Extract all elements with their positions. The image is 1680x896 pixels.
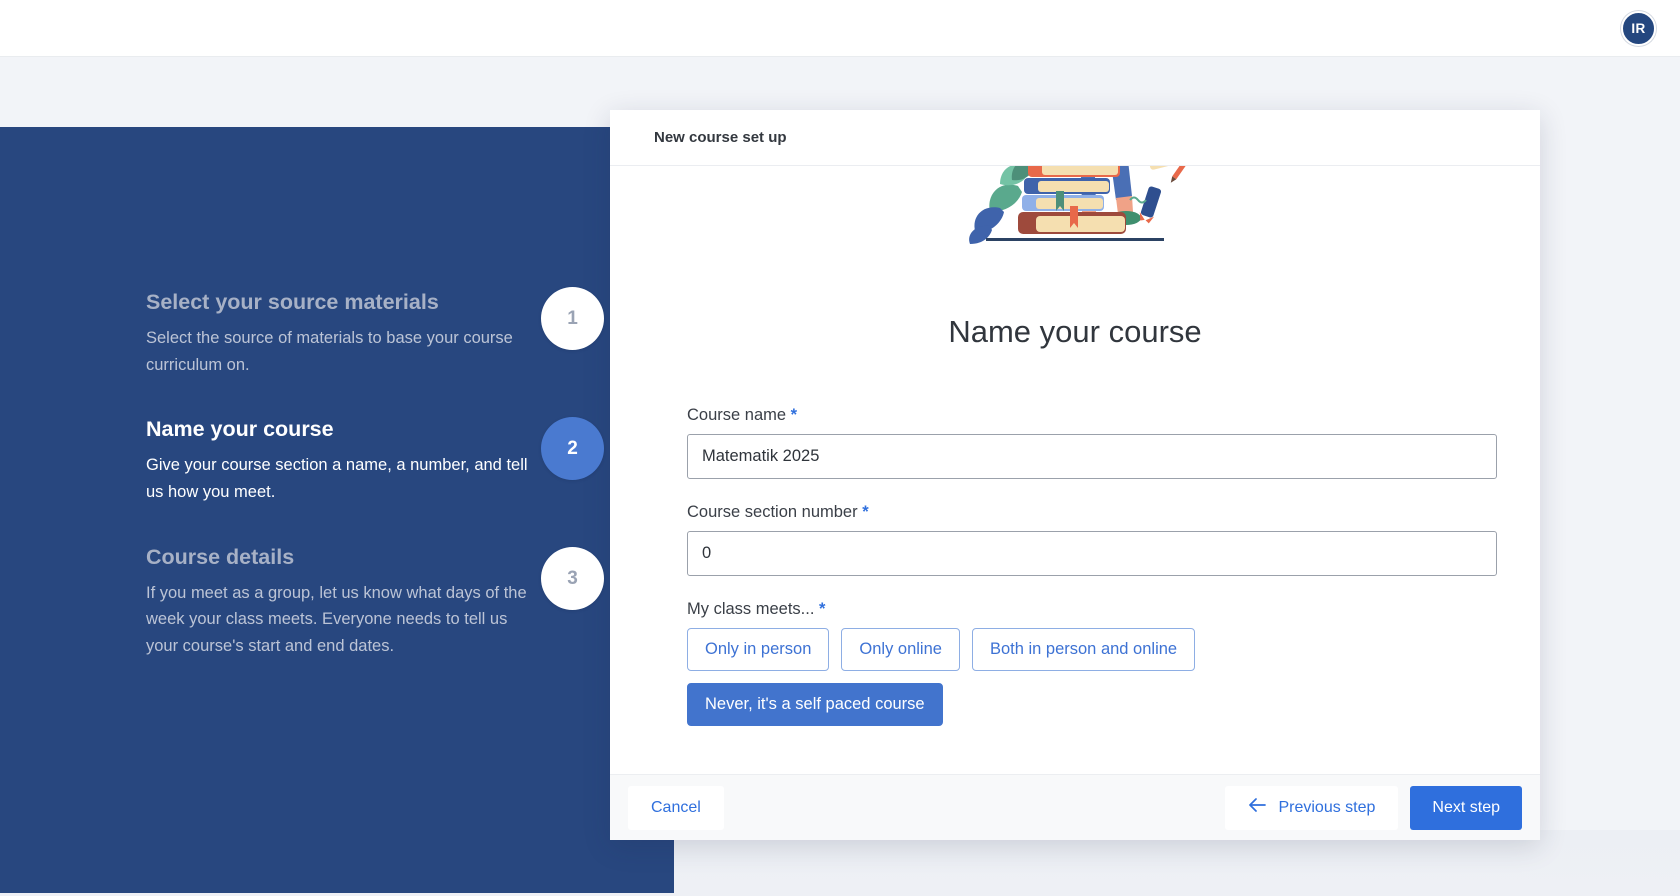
course-section-number-label: Course section number * — [687, 503, 1497, 522]
modal-header: New course set up — [610, 110, 1540, 166]
avatar-initials: IR — [1631, 21, 1646, 36]
course-name-label-text: Course name — [687, 406, 787, 424]
app-root: IR Select your source materials Select t… — [0, 0, 1680, 896]
class-meets-label-text: My class meets... — [687, 600, 815, 618]
cancel-button[interactable]: Cancel — [628, 785, 724, 830]
page-title: Name your course — [948, 314, 1202, 349]
step-number: 1 — [567, 307, 578, 329]
class-meets-option-self-paced[interactable]: Never, it's a self paced course — [687, 683, 943, 726]
step-circle-2[interactable]: 2 — [541, 417, 604, 480]
step-circle-1[interactable]: 1 — [541, 287, 604, 350]
stepper-panel: Select your source materials Select the … — [0, 127, 674, 893]
modal-footer: Cancel Previous step Next step — [610, 774, 1540, 840]
class-meets-option-both-in-person-and-online[interactable]: Both in person and online — [971, 628, 1196, 671]
step-circle-3[interactable]: 3 — [541, 547, 604, 610]
class-meets-option-only-in-person[interactable]: Only in person — [687, 628, 830, 671]
step-description: Give your course section a name, a numbe… — [146, 456, 528, 501]
next-step-label: Next step — [1432, 798, 1500, 816]
step-description: If you meet as a group, let us know what… — [146, 583, 527, 655]
class-meets-label: My class meets... * — [687, 600, 1497, 619]
cancel-button-label: Cancel — [651, 798, 701, 816]
arrow-left-icon — [1248, 798, 1267, 817]
books-and-student-illustration — [930, 166, 1220, 268]
class-meets-options: Only in person Only online Both in perso… — [687, 628, 1207, 726]
modal-body: Name your course Course name * Course se… — [610, 166, 1540, 774]
course-section-number-input[interactable] — [687, 531, 1497, 576]
step-description: Select the source of materials to base y… — [146, 328, 513, 374]
modal-header-title: New course set up — [654, 129, 787, 146]
required-asterisk: * — [819, 600, 826, 618]
field-course-name: Course name * — [687, 406, 1497, 479]
step-number: 2 — [567, 437, 578, 459]
required-asterisk: * — [862, 503, 869, 521]
field-class-meets: My class meets... * Only in person Only … — [687, 600, 1497, 726]
top-bar: IR — [0, 0, 1680, 57]
required-asterisk: * — [790, 406, 798, 424]
previous-step-label: Previous step — [1278, 798, 1376, 816]
course-name-label: Course name * — [687, 406, 1497, 425]
course-name-input[interactable] — [687, 434, 1497, 479]
avatar[interactable]: IR — [1621, 11, 1656, 46]
field-course-section-number: Course section number * — [687, 503, 1497, 576]
course-section-number-label-text: Course section number — [687, 503, 858, 521]
new-course-modal: New course set up Name your course Cours… — [610, 110, 1540, 840]
stepper-list: Select your source materials Select the … — [146, 289, 616, 696]
class-meets-option-only-online[interactable]: Only online — [841, 628, 960, 671]
previous-step-button[interactable]: Previous step — [1225, 785, 1399, 830]
next-step-button[interactable]: Next step — [1410, 785, 1522, 830]
course-form: Course name * Course section number * My… — [687, 406, 1497, 726]
step-number: 3 — [567, 567, 578, 589]
